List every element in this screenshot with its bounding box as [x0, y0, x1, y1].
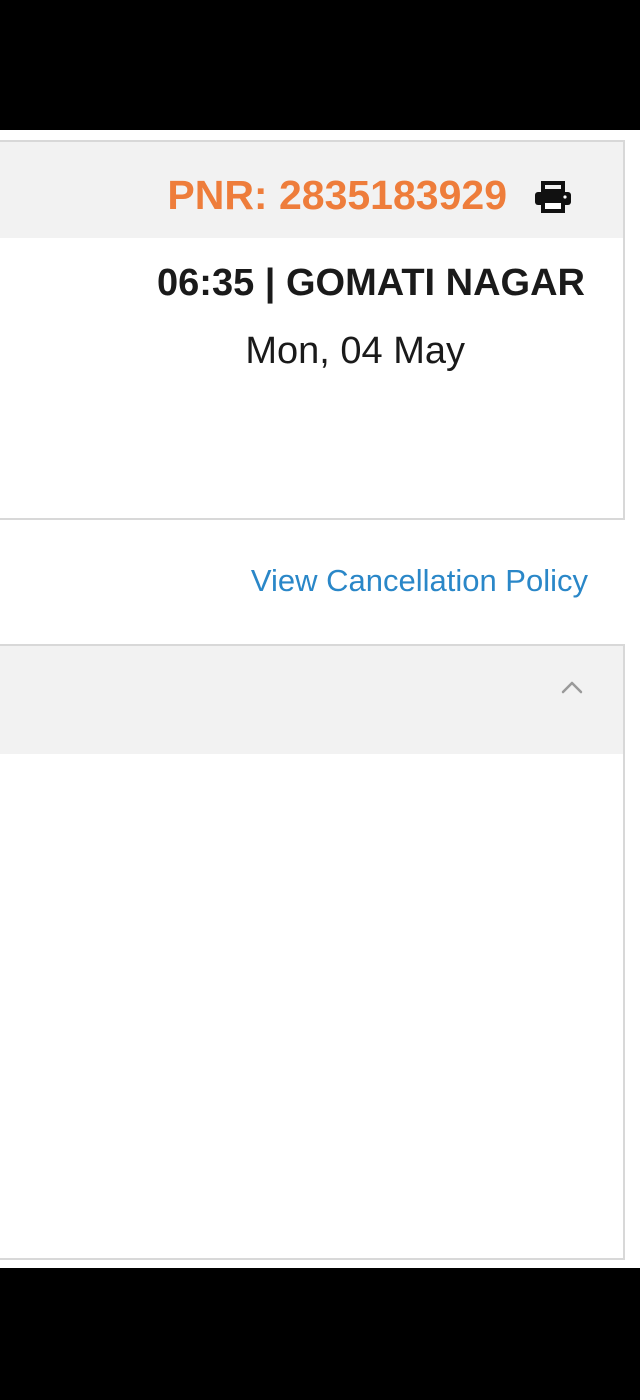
booking-page: PNR: 2835183929 06:35 | GOMATI NAGAR Mon…: [0, 130, 640, 1268]
collapsible-panel-header[interactable]: [0, 646, 623, 754]
chevron-up-icon[interactable]: [559, 678, 585, 696]
top-system-bar: [0, 0, 640, 130]
booking-card: PNR: 2835183929 06:35 | GOMATI NAGAR Mon…: [0, 140, 625, 520]
print-icon[interactable]: [533, 181, 573, 213]
pnr-number: PNR: 2835183929: [167, 172, 507, 218]
departure-date: Mon, 04 May: [245, 330, 465, 372]
booking-card-header: PNR: 2835183929: [0, 142, 623, 238]
view-cancellation-policy-link[interactable]: View Cancellation Policy: [251, 562, 588, 600]
departure-time-location: 06:35 | GOMATI NAGAR: [157, 262, 585, 304]
bottom-system-bar: [0, 1268, 640, 1400]
collapsible-panel: [0, 644, 625, 1260]
